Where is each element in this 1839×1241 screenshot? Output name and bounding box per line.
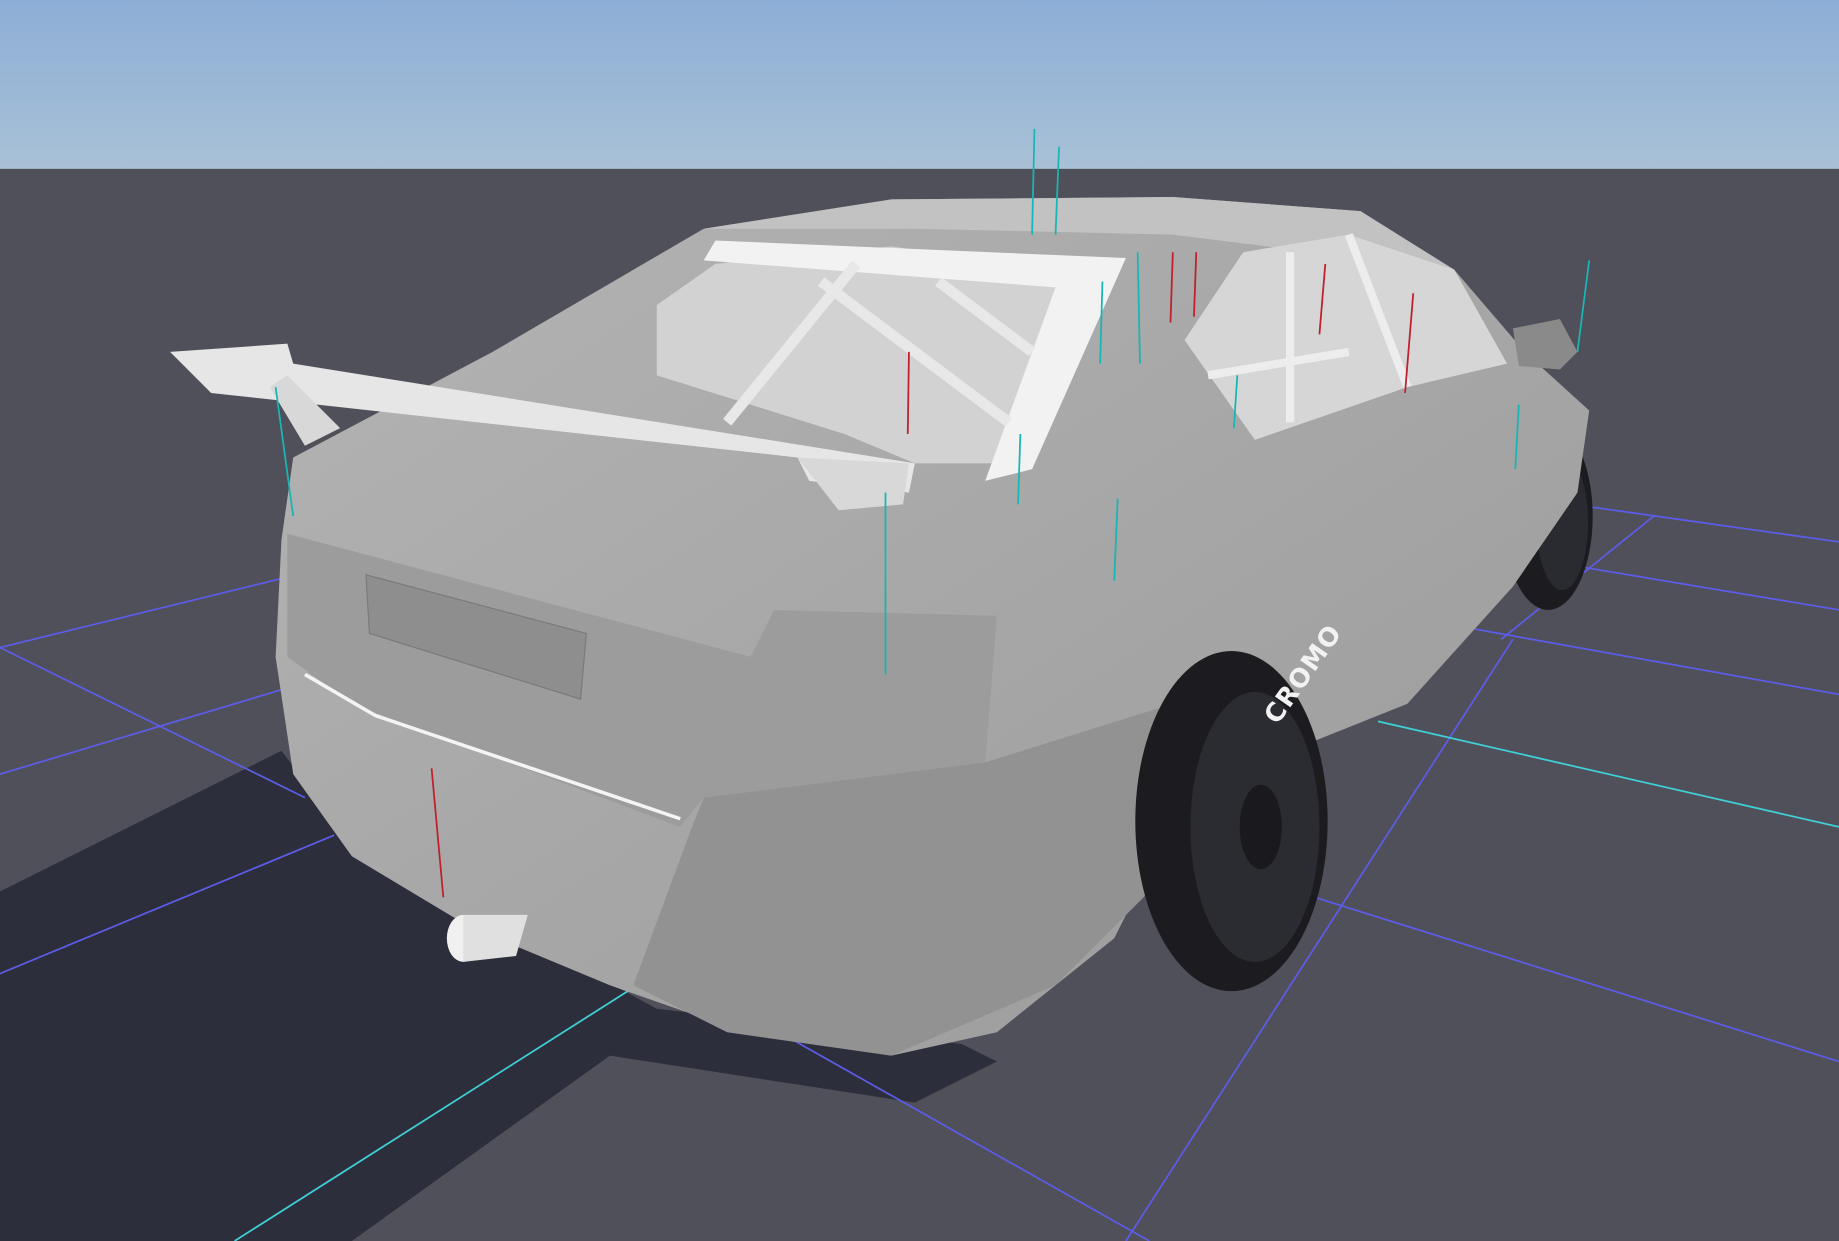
scene-viewport[interactable]: CROMO — [0, 0, 1839, 1241]
sky — [0, 0, 1839, 169]
